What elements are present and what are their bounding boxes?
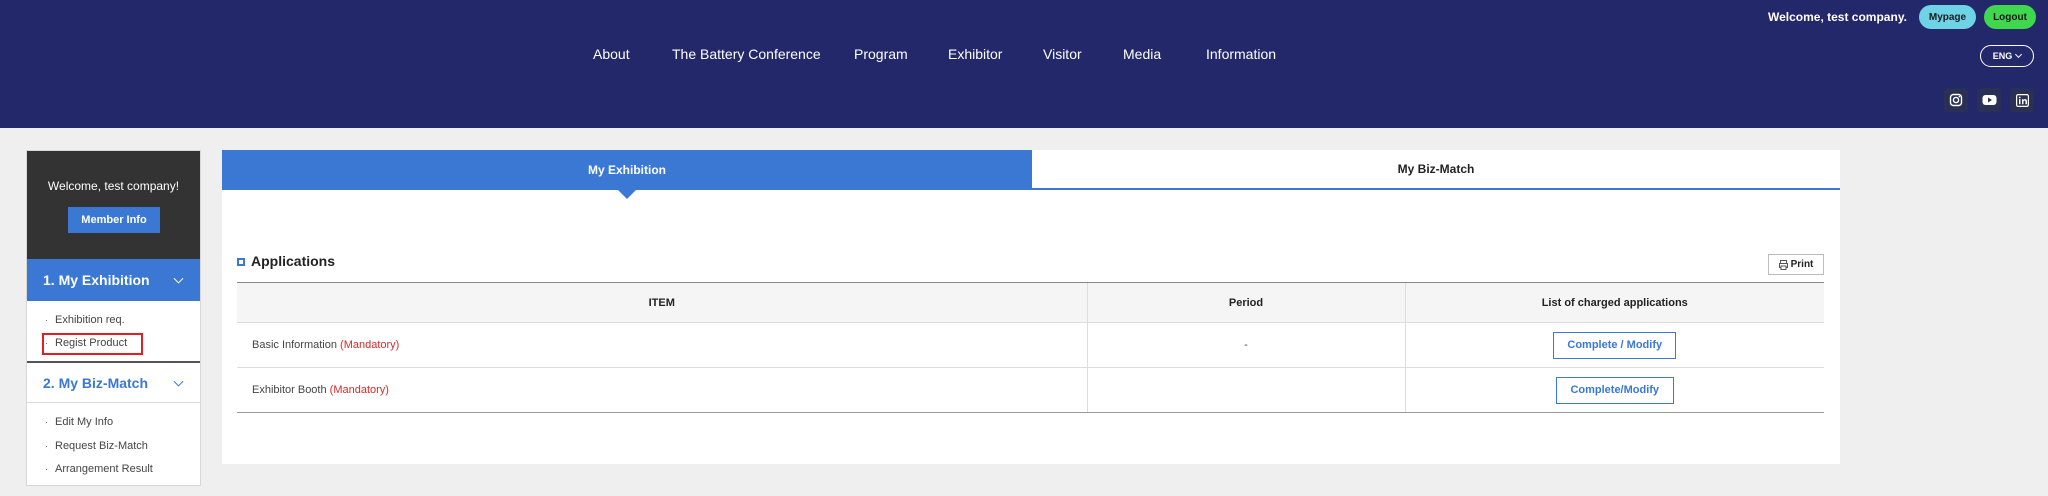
item-cell: Exhibitor Booth (Mandatory) <box>237 367 1087 413</box>
active-tab-indicator <box>618 190 636 199</box>
nav-media[interactable]: Media <box>1123 46 1161 62</box>
bullet-icon: · <box>45 464 48 474</box>
table-header-row: ITEM Period List of charged applications <box>237 282 1824 323</box>
main-panel: My Exhibition My Biz-Match Applications … <box>222 150 1840 464</box>
language-label: ENG <box>1992 51 2013 61</box>
chevron-down-icon <box>2015 50 2023 58</box>
language-select[interactable]: ENG <box>1980 45 2034 67</box>
member-info-button[interactable]: Member Info <box>68 207 160 233</box>
column-header-charged-applications: List of charged applications <box>1404 282 1824 323</box>
bullet-icon: · <box>45 417 48 427</box>
nav-about[interactable]: About <box>593 46 630 62</box>
nav-visitor[interactable]: Visitor <box>1043 46 1082 62</box>
linkedin-icon[interactable] <box>2010 88 2034 112</box>
item-name: Basic Information <box>252 339 341 351</box>
highlight-box <box>42 333 143 355</box>
sidebar-section-title: 2. My Biz-Match <box>43 374 149 391</box>
sidebar-section-title: 1. My Exhibition <box>43 272 150 288</box>
complete-modify-button[interactable]: Complete/Modify <box>1555 376 1674 404</box>
action-cell: Complete/Modify <box>1404 367 1824 413</box>
bullet-icon: · <box>45 315 48 325</box>
mandatory-tag: (Mandatory) <box>340 339 400 351</box>
table-row: Basic Information (Mandatory) - Complete… <box>237 322 1824 368</box>
print-label: Print <box>1790 259 1814 270</box>
column-header-item: ITEM <box>237 282 1087 323</box>
sidebar-item-arrangement-result[interactable]: Arrangement Result <box>55 463 153 475</box>
section-square-icon <box>237 258 245 266</box>
sidebar: Welcome, test company! Member Info 1. My… <box>26 150 201 486</box>
tab-my-exhibition[interactable]: My Exhibition <box>222 150 1032 190</box>
column-header-period: Period <box>1086 282 1405 323</box>
instagram-icon[interactable] <box>1944 88 1968 112</box>
welcome-message: Welcome, test company. <box>1768 10 1907 24</box>
printer-icon <box>1778 259 1788 270</box>
sidebar-item-edit-my-info[interactable]: Edit My Info <box>55 416 113 428</box>
mandatory-tag: (Mandatory) <box>329 384 389 396</box>
main-nav: About The Battery Conference Program Exh… <box>0 46 2048 66</box>
bullet-icon: · <box>45 441 48 451</box>
youtube-icon[interactable] <box>1977 88 2001 112</box>
tab-my-biz-match[interactable]: My Biz-Match <box>1032 150 1840 190</box>
logout-button[interactable]: Logout <box>1984 5 2036 29</box>
chevron-down-icon <box>173 273 184 284</box>
item-name: Exhibitor Booth <box>252 384 330 396</box>
nav-program[interactable]: Program <box>854 46 908 62</box>
nav-exhibitor[interactable]: Exhibitor <box>948 46 1002 62</box>
nav-battery-conference[interactable]: The Battery Conference <box>672 46 821 62</box>
site-header: Welcome, test company. Mypage Logout Abo… <box>0 0 2048 128</box>
sidebar-profile-box: Welcome, test company! Member Info <box>27 151 200 259</box>
section-title: Applications <box>251 253 336 269</box>
period-cell <box>1086 367 1405 413</box>
nav-information[interactable]: Information <box>1206 46 1276 62</box>
sidebar-item-request-biz-match[interactable]: Request Biz-Match <box>55 440 148 452</box>
print-button[interactable]: Print <box>1768 254 1824 275</box>
table-row: Exhibitor Booth (Mandatory) Complete/Mod… <box>237 367 1824 413</box>
sidebar-section-my-biz-match[interactable]: 2. My Biz-Match <box>27 361 200 403</box>
chevron-down-icon <box>173 376 184 387</box>
complete-modify-button[interactable]: Complete / Modify <box>1553 331 1677 359</box>
action-cell: Complete / Modify <box>1404 322 1824 368</box>
sidebar-welcome: Welcome, test company! <box>47 179 180 193</box>
sidebar-item-exhibition-req[interactable]: Exhibition req. <box>55 314 125 326</box>
sidebar-section-my-exhibition[interactable]: 1. My Exhibition <box>27 259 200 301</box>
mypage-button[interactable]: Mypage <box>1919 5 1976 29</box>
period-cell: - <box>1086 322 1405 368</box>
item-cell: Basic Information (Mandatory) <box>237 322 1087 368</box>
applications-table: ITEM Period List of charged applications… <box>237 282 1824 413</box>
